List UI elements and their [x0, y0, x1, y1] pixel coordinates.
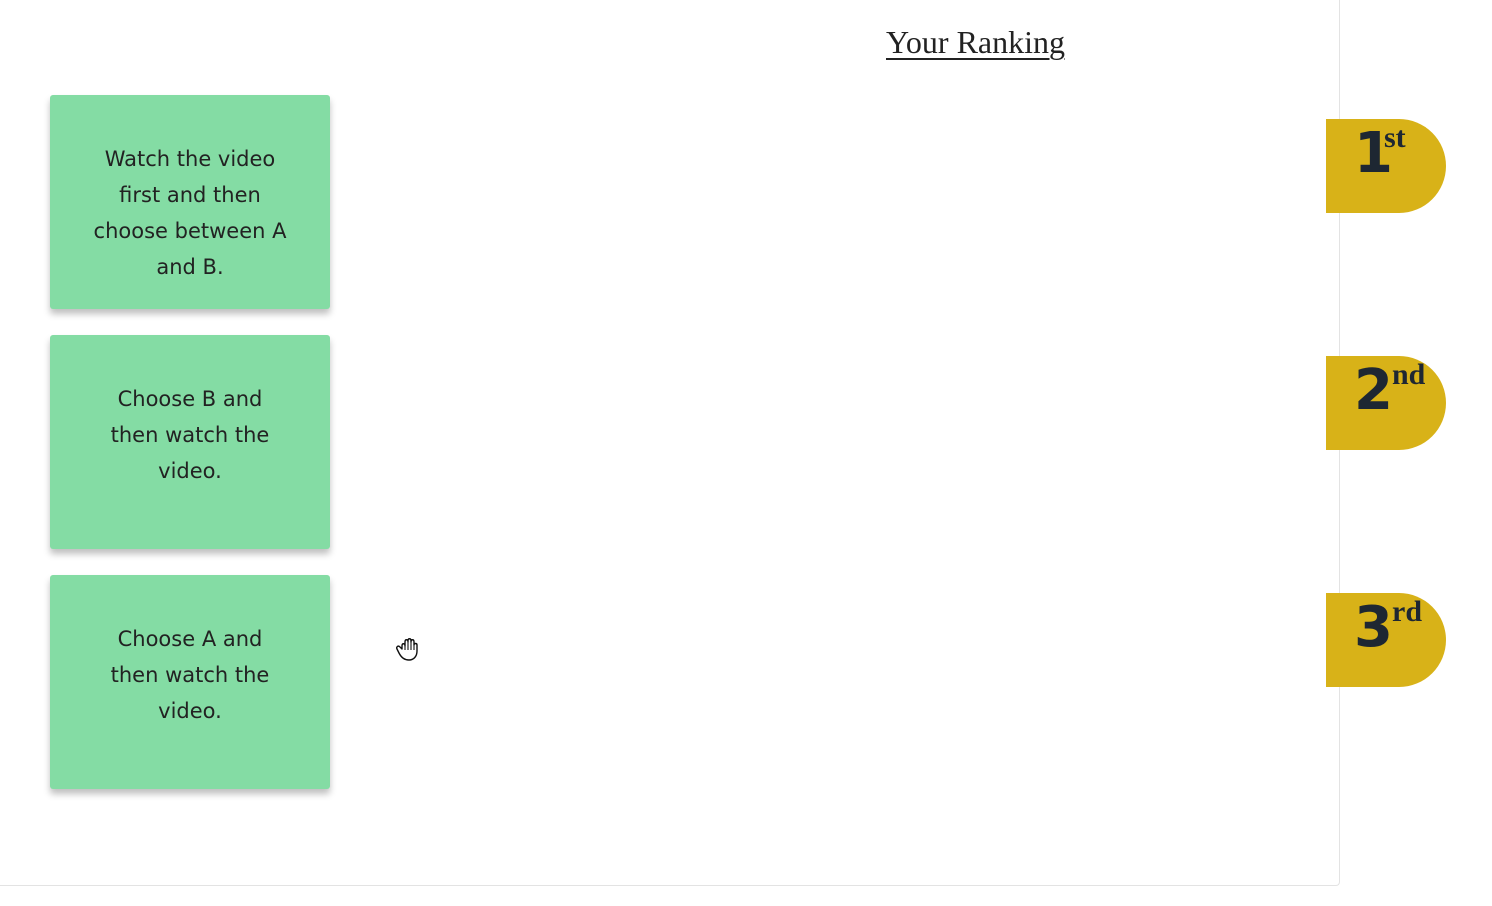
answer-card-3[interactable]: Choose A and then watch the video. — [50, 575, 330, 789]
card-line: then watch the — [110, 663, 270, 687]
rank-suffix: rd — [1392, 595, 1422, 628]
rank-number: 2 — [1354, 358, 1393, 423]
answer-card-2[interactable]: Choose B and then watch the video. — [50, 335, 330, 549]
rank-badge-1st: 1 st — [1326, 119, 1446, 213]
ranking-title: Your Ranking — [886, 24, 1065, 60]
card-line: Choose B and — [117, 387, 263, 411]
answer-card-1[interactable]: Watch the video first and then choose be… — [50, 95, 330, 309]
grab-hand-icon — [396, 638, 418, 661]
rank-badge-3rd: 3 rd — [1326, 593, 1446, 687]
rank-suffix: st — [1384, 121, 1406, 154]
card-line: first and then — [119, 183, 261, 207]
rank-suffix: nd — [1392, 358, 1426, 391]
ranking-exercise: Your Ranking Watch the video first and t… — [0, 0, 1492, 906]
card-line: video. — [158, 459, 222, 483]
card-line: and B. — [156, 255, 224, 279]
card-line: Watch the video — [104, 147, 276, 171]
card-line: choose between A — [93, 219, 287, 243]
rank-badge-2nd: 2 nd — [1326, 356, 1446, 450]
card-line: Choose A and — [117, 627, 263, 651]
rank-number: 3 — [1354, 595, 1393, 660]
card-line: video. — [158, 699, 222, 723]
card-line: then watch the — [110, 423, 270, 447]
